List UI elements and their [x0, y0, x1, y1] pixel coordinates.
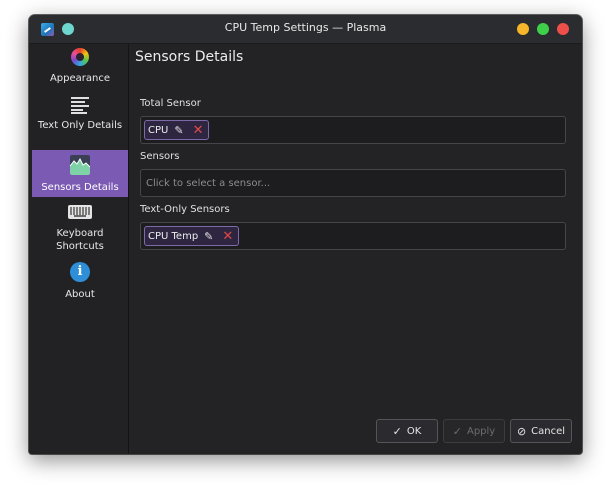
sidebar-item-label: Appearance [49, 73, 111, 84]
sidebar-item-about[interactable]: i About [32, 262, 128, 308]
sensors-field[interactable]: Click to select a sensor... [140, 169, 566, 197]
info-icon: i [70, 262, 90, 282]
title-bar: CPU Temp Settings — Plasma [29, 15, 582, 44]
sidebar-item-label: Sensors Details [41, 182, 119, 193]
sidebar-item-keyboard-shortcuts[interactable]: Keyboard Shortcuts [32, 202, 128, 258]
checkmark-icon: ✓ [452, 424, 462, 438]
sidebar-item-appearance[interactable]: Appearance [32, 46, 128, 92]
close-icon[interactable]: ✕ [193, 124, 204, 137]
close-window-button[interactable] [557, 23, 569, 35]
window-title: CPU Temp Settings — Plasma [224, 21, 387, 34]
ok-label: OK [406, 425, 422, 437]
close-icon[interactable]: ✕ [222, 230, 233, 243]
palette-icon [71, 48, 89, 66]
maximize-button[interactable] [537, 23, 549, 35]
text-only-sensors-field[interactable]: CPU Temp ✎ ✕ [140, 222, 566, 250]
chip-label: CPU [148, 124, 169, 136]
sidebar-item-sensors-details[interactable]: Sensors Details [32, 150, 128, 197]
apply-button[interactable]: ✓ Apply [443, 419, 505, 443]
page-title: Sensors Details [135, 49, 244, 65]
text-only-sensors-label: Text-Only Sensors [140, 204, 230, 215]
sensor-chip: CPU ✎ ✕ [144, 120, 210, 140]
sensors-placeholder: Click to select a sensor... [146, 178, 271, 189]
keyboard-icon [68, 205, 92, 219]
ok-button[interactable]: ✓ OK [376, 419, 438, 443]
sidebar-item-label: About [65, 289, 95, 300]
sidebar: Appearance Text Only Details Sensors Det… [29, 44, 129, 454]
cancel-icon: ⊘ [516, 424, 527, 438]
text-lines-icon [71, 95, 89, 114]
sidebar-item-label: Keyboard [56, 228, 104, 239]
cancel-label: Cancel [531, 425, 566, 437]
minimize-button[interactable] [517, 23, 529, 35]
sidebar-item-label: Shortcuts [56, 241, 104, 252]
settings-window: CPU Temp Settings — Plasma Appearance Te… [29, 15, 582, 454]
sensor-chip: CPU Temp ✎ ✕ [144, 226, 240, 246]
sidebar-item-text-only-details[interactable]: Text Only Details [32, 93, 128, 139]
chip-label: CPU Temp [148, 230, 199, 242]
total-sensor-label: Total Sensor [140, 98, 201, 109]
sensors-label: Sensors [140, 151, 180, 162]
checkmark-icon: ✓ [392, 424, 402, 438]
main-content: Sensors Details Total Sensor CPU ✎ ✕ Sen… [129, 44, 582, 454]
total-sensor-field[interactable]: CPU ✎ ✕ [140, 116, 566, 144]
pencil-icon[interactable]: ✎ [174, 124, 183, 137]
apply-label: Apply [466, 425, 496, 437]
pencil-icon[interactable]: ✎ [204, 230, 213, 243]
sidebar-item-label: Text Only Details [37, 120, 123, 131]
cancel-button[interactable]: ⊘ Cancel [510, 419, 572, 443]
sensor-graph-icon [70, 155, 90, 175]
